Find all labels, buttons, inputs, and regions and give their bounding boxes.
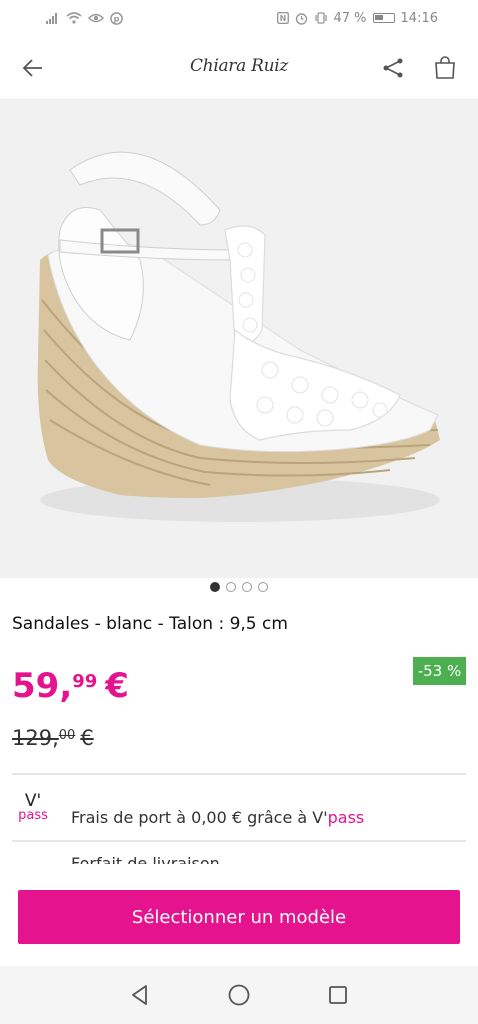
shopping-bag-icon [435, 55, 455, 79]
select-model-button[interactable]: Sélectionner un modèle [18, 890, 460, 944]
vpass-logo-v: V' [24, 791, 42, 811]
shipping-text: Frais de port à 0,00 € grâce à V' [71, 808, 328, 827]
old-price-int: 129, [12, 726, 59, 750]
sandal-illustration [0, 100, 478, 578]
brand-logo-text: Chiara Ruiz [189, 55, 289, 76]
discount-badge: -53 % [413, 657, 466, 685]
signal-icon [46, 12, 60, 24]
share-button[interactable] [378, 53, 408, 83]
vpass-logo: V' pass [12, 791, 54, 823]
divider [12, 773, 466, 775]
product-image[interactable] [0, 100, 478, 578]
app-header: Chiara Ruiz [0, 36, 478, 100]
vpass-logo-pass: pass [18, 808, 48, 823]
old-price: 129, 00 € [12, 726, 94, 750]
current-price: 59, 99 € [12, 666, 129, 706]
svg-text:N: N [279, 14, 286, 23]
eye-icon [88, 12, 104, 24]
price-int: 59, [12, 666, 73, 706]
back-arrow-icon [22, 58, 42, 77]
wifi-icon [66, 12, 82, 24]
header-actions [378, 53, 460, 83]
carousel-dot[interactable] [242, 582, 252, 592]
delivery-section-truncated: Forfait de livraison [71, 853, 220, 864]
price-currency: € [105, 666, 129, 706]
old-price-currency: € [80, 726, 94, 750]
brand-logo[interactable]: Chiara Ruiz [190, 56, 288, 80]
share-icon [383, 58, 403, 77]
android-nav-bar [0, 966, 478, 1024]
cart-button[interactable] [430, 53, 460, 83]
pinterest-icon: p [110, 11, 123, 25]
nav-home-button[interactable] [224, 980, 254, 1010]
shipping-highlight: pass [327, 808, 365, 827]
product-title: Sandales - blanc - Talon : 9,5 cm [12, 614, 288, 634]
status-bar: p N 47 % 14:16 [0, 0, 478, 36]
circle-home-icon [228, 984, 250, 1006]
svg-text:p: p [114, 14, 120, 23]
nav-back-button[interactable] [125, 980, 155, 1010]
shipping-info[interactable]: Frais de port à 0,00 € grâce à V'pass [71, 808, 364, 827]
price-cents: 99 [72, 671, 98, 692]
status-left: p [46, 11, 123, 25]
old-price-cents: 00 [58, 728, 76, 743]
nav-recents-button[interactable] [323, 980, 353, 1010]
back-button[interactable] [18, 53, 48, 83]
alarm-icon [295, 12, 308, 25]
battery-icon [372, 13, 395, 23]
nfc-icon: N [276, 12, 289, 24]
carousel-indicator [0, 580, 478, 594]
square-recents-icon [329, 986, 348, 1004]
clock: 14:16 [400, 10, 438, 26]
carousel-dot[interactable] [258, 582, 268, 592]
status-right: N 47 % 14:16 [276, 10, 438, 26]
battery-percent: 47 % [333, 10, 367, 26]
triangle-back-icon [131, 985, 147, 1005]
carousel-dot[interactable] [226, 582, 236, 592]
delivery-label: Forfait de livraison [71, 854, 220, 864]
vibrate-icon [314, 12, 328, 24]
carousel-dot[interactable] [210, 582, 220, 592]
app-root: p N 47 % 14:16 Chiara Ruiz Sandales - bl… [0, 0, 478, 1024]
divider [12, 840, 466, 842]
